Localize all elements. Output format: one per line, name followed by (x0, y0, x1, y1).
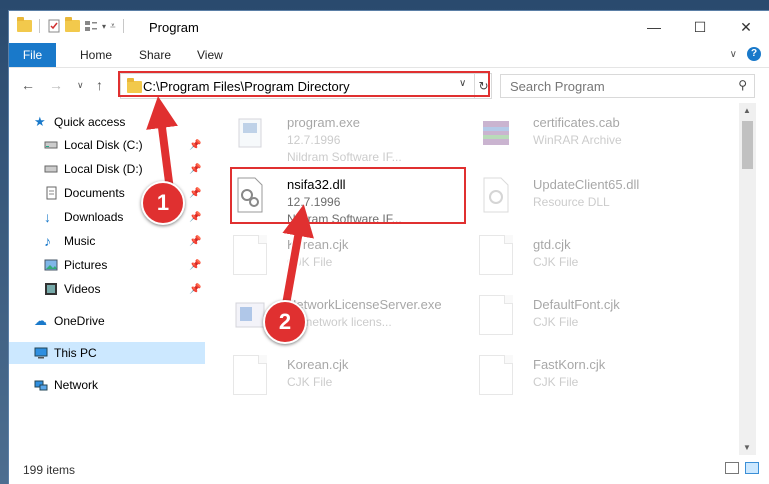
file-icon (233, 235, 267, 275)
videos-icon (45, 283, 57, 295)
sidebar-item-music[interactable]: ♪ Music 📌 (9, 230, 205, 252)
address-bar[interactable]: C:\Program Files\Program Directory ∨ ↻ (120, 73, 492, 99)
chevron-down-icon[interactable]: ▾ (102, 22, 106, 31)
file-highlight-box (230, 167, 466, 224)
download-icon: ↓ (44, 209, 51, 225)
tab-share[interactable]: Share (139, 43, 171, 67)
pin-icon[interactable]: 📌 (189, 164, 201, 175)
help-icon[interactable]: ? (747, 47, 761, 61)
file-item[interactable]: DefaultFont.cjk CJK File (467, 291, 707, 347)
properties-icon[interactable] (47, 19, 61, 33)
title-bar: ▾ ⩡ Program — ☐ ✕ (9, 11, 769, 43)
maximize-button[interactable]: ☐ (677, 11, 723, 43)
recent-locations-icon[interactable]: ∨ (77, 80, 84, 91)
sidebar-item-this-pc[interactable]: This PC (9, 342, 205, 364)
navigation-pane: ★ Quick access Local Disk (C:) 📌 Local D… (9, 103, 205, 455)
callout-step-1: 1 (141, 181, 185, 225)
scroll-up-icon[interactable]: ▲ (743, 106, 751, 115)
pin-icon[interactable]: 📌 (189, 260, 201, 271)
pin-icon[interactable]: 📌 (189, 140, 201, 151)
search-box[interactable]: Search Program ⚲ (500, 74, 755, 98)
chevron-down-icon[interactable]: ∨ (459, 78, 466, 89)
pin-icon[interactable]: 📌 (189, 188, 201, 199)
window-title: Program (149, 20, 199, 35)
exe-file-icon (238, 118, 262, 148)
status-bar: 199 items (9, 457, 769, 483)
item-count: 199 items (23, 463, 76, 477)
exe-file-icon (235, 302, 265, 328)
view-options-icon[interactable] (84, 19, 98, 33)
sidebar-item-videos[interactable]: Videos 📌 (9, 278, 205, 300)
tab-file[interactable]: File (9, 43, 56, 67)
file-item[interactable]: FastKorn.cjk CJK File (467, 351, 707, 407)
scrollbar-thumb[interactable] (742, 121, 753, 169)
up-arrow-icon[interactable]: ↑ (96, 77, 103, 93)
file-list: program.exe 12.7.1996 Nildram Software I… (209, 103, 739, 455)
explorer-window: ▾ ⩡ Program — ☐ ✕ File Home Share View ∨… (9, 11, 769, 484)
sidebar-item-onedrive[interactable]: ☁ OneDrive (9, 310, 205, 332)
network-icon (34, 380, 48, 391)
folder-icon (17, 17, 32, 32)
pin-icon[interactable]: 📌 (189, 236, 201, 247)
file-item[interactable]: gtd.cjk CJK File (467, 231, 707, 287)
sidebar-item-local-disk-d[interactable]: Local Disk (D:) 📌 (9, 158, 205, 180)
customize-qat-icon[interactable]: ⩡ (110, 21, 116, 32)
drive-icon (44, 165, 58, 173)
sidebar-item-network[interactable]: Network (9, 374, 205, 396)
sidebar-item-quick-access[interactable]: ★ Quick access (9, 111, 205, 133)
navigation-bar: ← → ∨ ↑ C:\Program Files\Program Directo… (9, 68, 769, 102)
computer-icon (34, 347, 48, 359)
refresh-icon[interactable]: ↻ (474, 74, 492, 98)
forward-arrow-icon[interactable]: → (49, 77, 63, 93)
details-view-icon[interactable] (725, 462, 739, 474)
pictures-icon (44, 259, 58, 271)
tab-home[interactable]: Home (80, 43, 112, 67)
window-controls: — ☐ ✕ (631, 11, 769, 43)
file-item[interactable]: Korean.cjk CJK File (221, 231, 461, 287)
pin-icon[interactable]: 📌 (189, 284, 201, 295)
music-icon: ♪ (44, 233, 51, 249)
folder-icon (127, 78, 142, 93)
file-item[interactable]: certificates.cab WinRAR Archive (467, 109, 707, 165)
search-placeholder: Search Program (510, 79, 605, 94)
pin-icon[interactable]: 📌 (189, 212, 201, 223)
close-button[interactable]: ✕ (723, 11, 769, 43)
callout-step-2: 2 (263, 300, 307, 344)
file-item[interactable]: program.exe 12.7.1996 Nildram Software I… (221, 109, 461, 165)
cloud-icon: ☁ (34, 313, 47, 328)
file-icon (479, 295, 513, 335)
file-icon (479, 355, 513, 395)
file-item[interactable]: NetworkLicenseServer.exe EF network lice… (221, 291, 461, 347)
search-icon[interactable]: ⚲ (738, 78, 747, 92)
file-item[interactable]: UpdateClient65.dll Resource DLL (467, 171, 707, 227)
address-path: C:\Program Files\Program Directory (143, 79, 350, 94)
scroll-down-icon[interactable]: ▼ (743, 443, 751, 452)
back-arrow-icon[interactable]: ← (21, 77, 35, 93)
vertical-scrollbar[interactable]: ▲ ▼ (739, 103, 756, 455)
quick-access-toolbar: ▾ ⩡ (17, 17, 127, 33)
tiles-view-icon[interactable] (745, 462, 759, 474)
new-folder-icon[interactable] (65, 17, 80, 32)
documents-icon (46, 186, 57, 200)
sidebar-item-local-disk-c[interactable]: Local Disk (C:) 📌 (9, 134, 205, 156)
archive-file-icon (483, 121, 509, 145)
star-icon: ★ (34, 114, 46, 129)
tab-view[interactable]: View (197, 43, 223, 67)
file-item[interactable]: Korean.cjk CJK File (221, 351, 461, 407)
file-icon (479, 235, 513, 275)
sidebar-item-pictures[interactable]: Pictures 📌 (9, 254, 205, 276)
expand-ribbon-icon[interactable]: ∨ (730, 49, 737, 60)
ribbon-tabs: File Home Share View ∨ ? (9, 43, 769, 68)
dll-file-icon (483, 177, 509, 213)
file-icon (233, 355, 267, 395)
minimize-button[interactable]: — (631, 11, 677, 43)
drive-icon (44, 141, 58, 149)
